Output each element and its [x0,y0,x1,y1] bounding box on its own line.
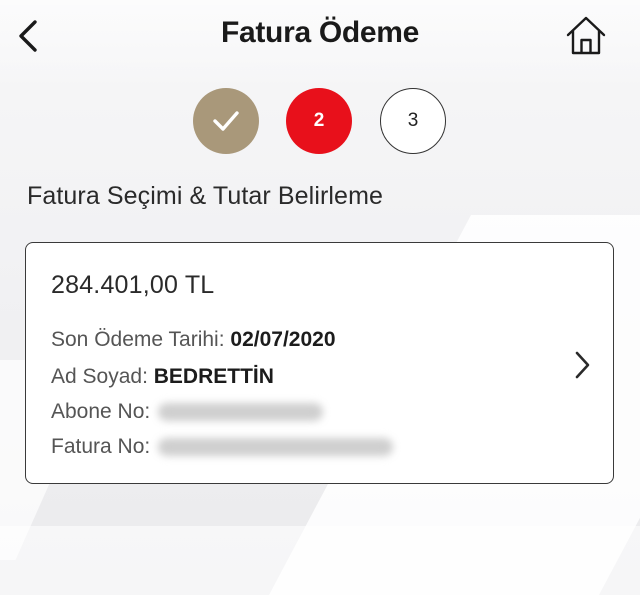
step-2-active: 2 [286,88,352,154]
name-row: Ad Soyad: BEDRETTİN [51,365,274,389]
invoice-label: Fatura No: [51,435,151,458]
invoice-row: Fatura No: [51,435,394,459]
step-1-completed [193,88,259,154]
subscriber-label: Abone No: [51,400,151,423]
bill-detail-chevron[interactable] [569,347,595,383]
step-3-pending: 3 [380,88,446,154]
name-value: BEDRETTİN [153,365,274,388]
invoice-number-masked [158,438,394,457]
chevron-right-icon [575,351,590,379]
progress-stepper: 2 3 [0,88,640,154]
bill-card[interactable]: 284.401,00 TL Son Ödeme Tarihi: 02/07/20… [25,242,614,484]
due-date-row: Son Ödeme Tarihi: 02/07/2020 [51,328,336,352]
check-icon [213,111,239,131]
bill-amount: 284.401,00 TL [51,271,215,299]
subscriber-number-masked [158,403,324,422]
due-date-label: Son Ödeme Tarihi: [51,328,225,351]
home-icon [566,16,606,55]
home-button[interactable] [561,10,611,60]
due-date-value: 02/07/2020 [230,328,336,351]
section-title: Fatura Seçimi & Tutar Belirleme [27,182,383,210]
page-title: Fatura Ödeme [220,16,420,49]
subscriber-row: Abone No: [51,400,324,424]
name-label: Ad Soyad: [51,365,148,388]
